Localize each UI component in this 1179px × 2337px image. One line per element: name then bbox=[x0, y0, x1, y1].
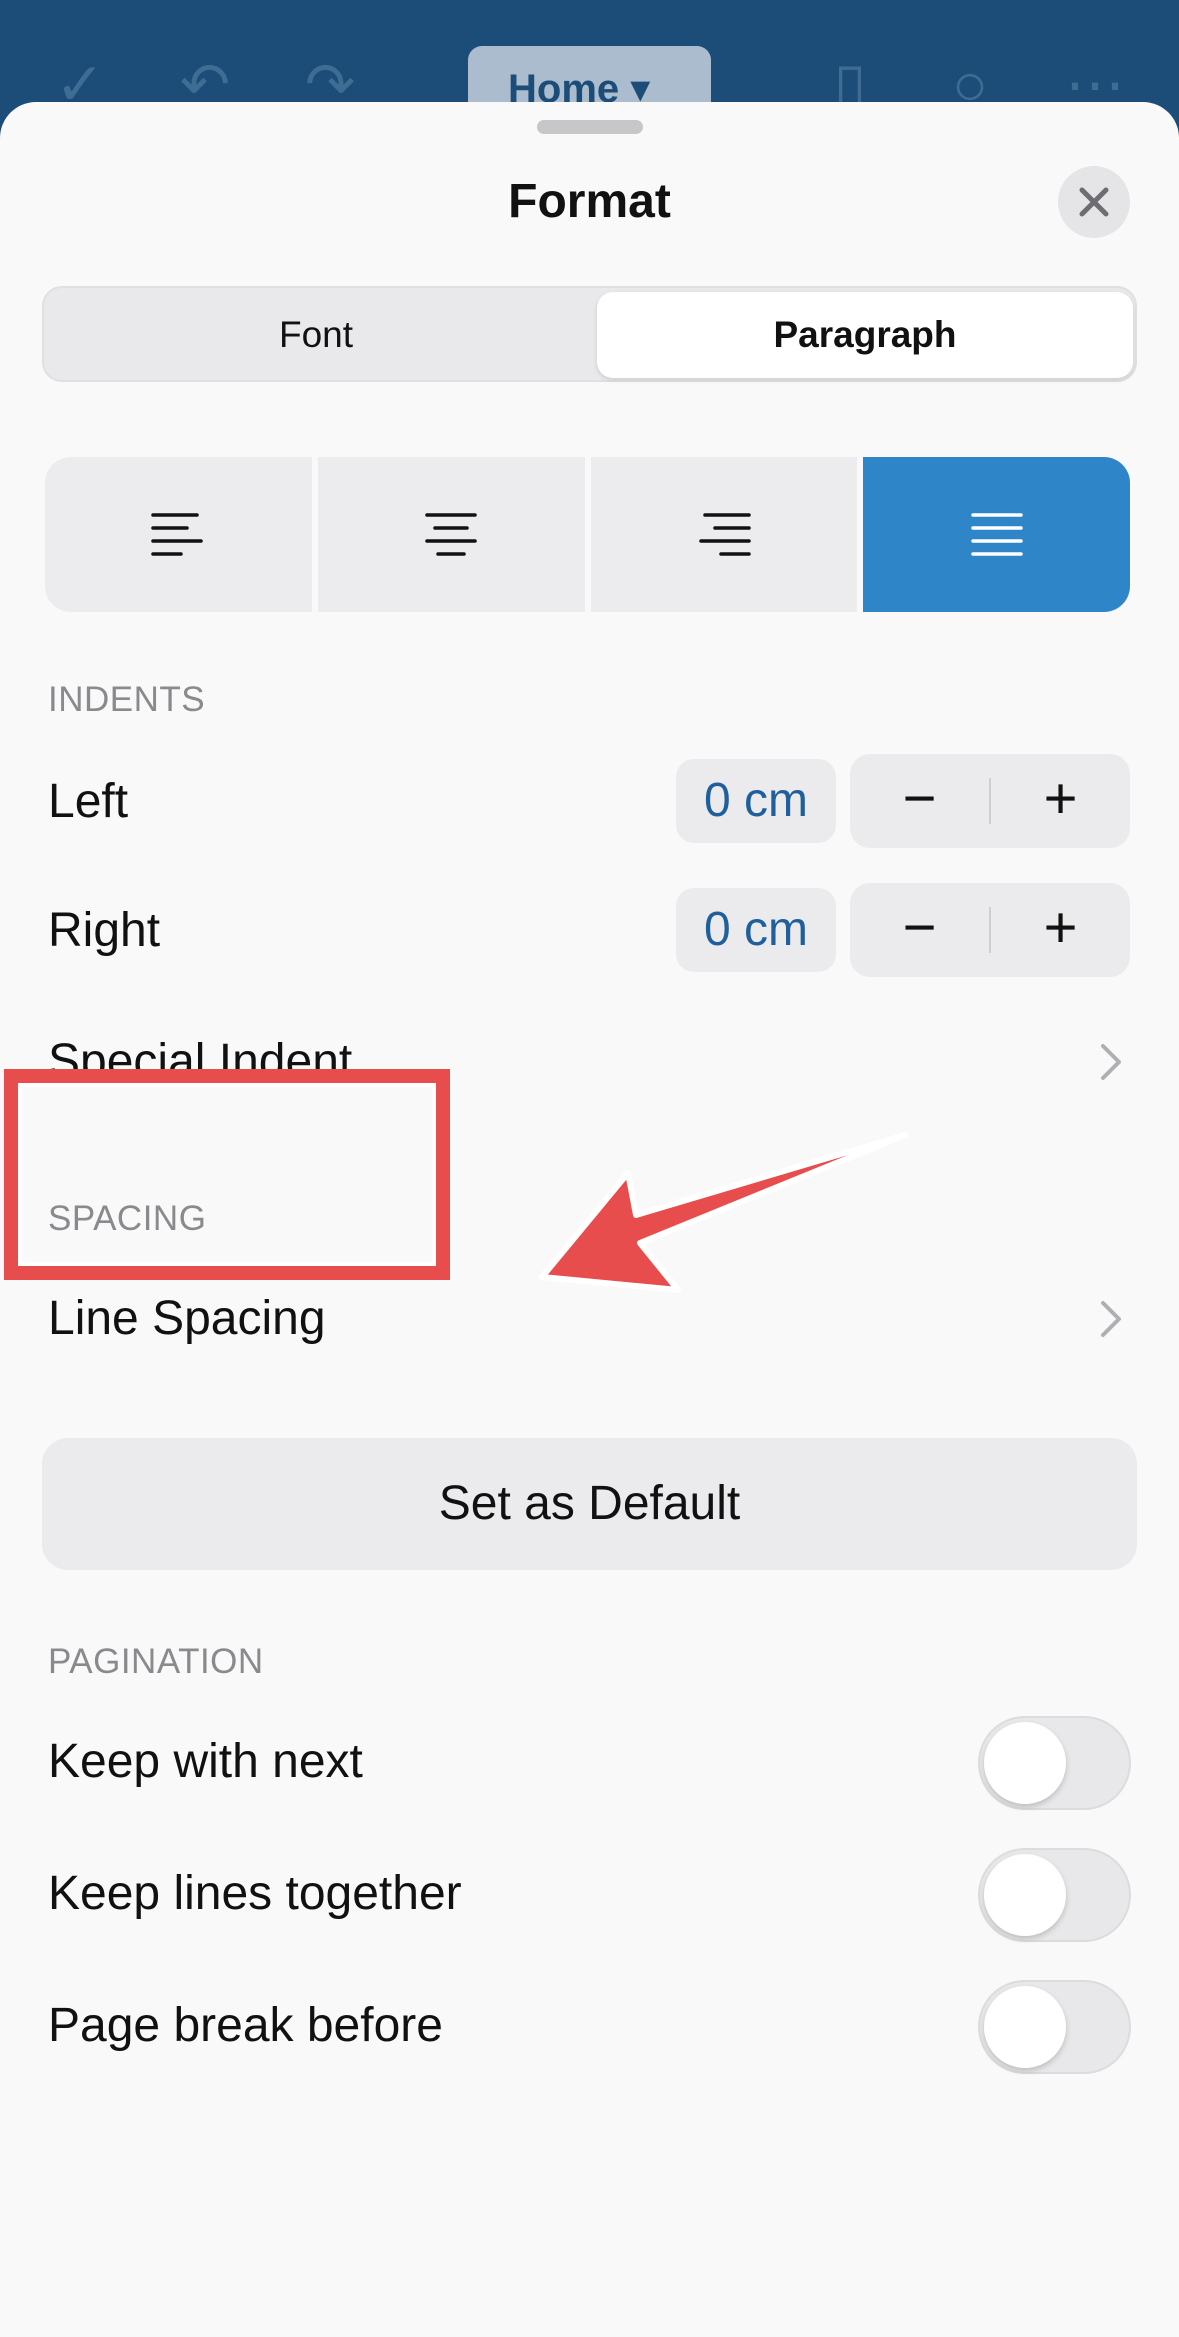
chevron-right-icon bbox=[1101, 1044, 1121, 1080]
line-spacing-row[interactable]: Line Spacing bbox=[48, 1291, 326, 1346]
toggle-knob bbox=[984, 1854, 1066, 1936]
keep-with-next-label: Keep with next bbox=[48, 1735, 363, 1788]
right-indent-stepper: − + bbox=[850, 883, 1130, 977]
right-indent-decrease-button[interactable]: − bbox=[850, 883, 989, 977]
left-indent-decrease-button[interactable]: − bbox=[850, 754, 989, 848]
page-break-before-toggle[interactable] bbox=[978, 1980, 1131, 2074]
close-button[interactable] bbox=[1058, 166, 1130, 238]
keep-lines-together-label: Keep lines together bbox=[48, 1867, 462, 1920]
toggle-knob bbox=[984, 1722, 1066, 1804]
left-indent-value[interactable]: 0 cm bbox=[676, 759, 836, 843]
align-right-button[interactable] bbox=[590, 457, 858, 612]
align-center-icon bbox=[425, 512, 477, 556]
tab-paragraph[interactable]: Paragraph bbox=[597, 292, 1133, 378]
toggle-knob bbox=[984, 1986, 1066, 2068]
chevron-right-icon bbox=[1101, 1301, 1121, 1337]
left-indent-stepper: − + bbox=[850, 754, 1130, 848]
left-indent-increase-button[interactable]: + bbox=[991, 754, 1130, 848]
pagination-section-label: PAGINATION bbox=[48, 1642, 264, 1681]
indents-section-label: INDENTS bbox=[48, 680, 206, 719]
keep-lines-together-toggle[interactable] bbox=[978, 1848, 1131, 1942]
justify-button[interactable] bbox=[863, 457, 1130, 612]
tab-font[interactable]: Font bbox=[48, 292, 584, 378]
right-indent-label: Right bbox=[48, 904, 161, 957]
close-icon bbox=[1079, 187, 1109, 217]
align-right-icon bbox=[699, 512, 751, 556]
right-indent-increase-button[interactable]: + bbox=[991, 883, 1130, 977]
sheet-grabber[interactable] bbox=[537, 120, 643, 134]
align-center-button[interactable] bbox=[317, 457, 585, 612]
align-left-button[interactable] bbox=[45, 457, 312, 612]
format-tab-control: Font Paragraph bbox=[42, 286, 1137, 382]
annotation-highlight-box bbox=[4, 1069, 450, 1280]
annotation-arrow-icon bbox=[539, 1132, 908, 1293]
align-left-icon bbox=[151, 512, 204, 556]
right-indent-value[interactable]: 0 cm bbox=[676, 888, 836, 972]
sheet-title: Format bbox=[508, 175, 671, 228]
page-break-before-label: Page break before bbox=[48, 1999, 443, 2052]
keep-with-next-toggle[interactable] bbox=[978, 1716, 1131, 1810]
left-indent-label: Left bbox=[48, 775, 129, 828]
set-as-default-button[interactable]: Set as Default bbox=[42, 1438, 1137, 1570]
alignment-control bbox=[45, 457, 1130, 612]
justify-icon bbox=[970, 512, 1023, 556]
